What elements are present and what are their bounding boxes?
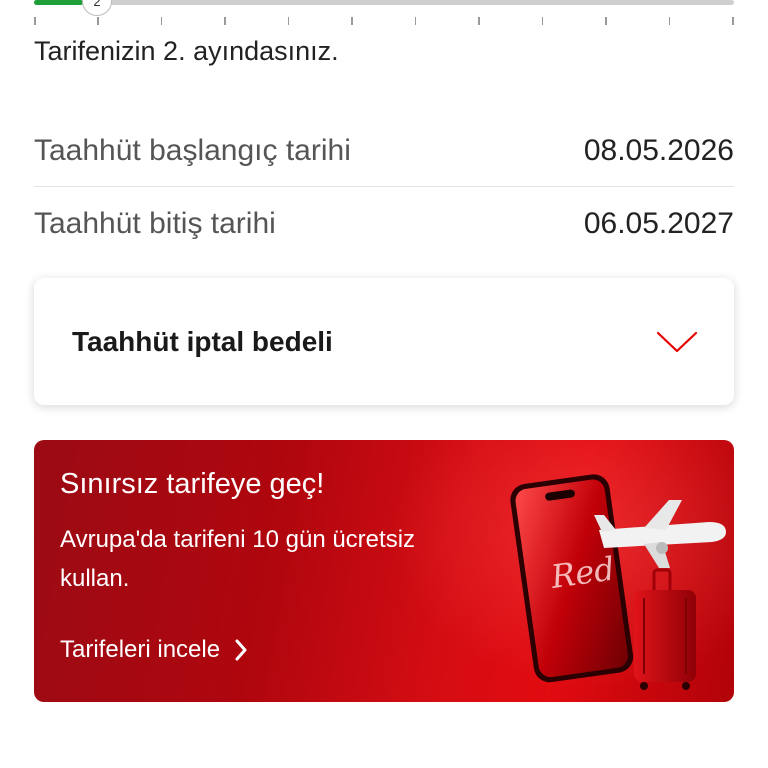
chevron-right-icon	[235, 639, 247, 661]
progress-tick	[732, 17, 734, 25]
phone-plane-suitcase-illustration: Red	[510, 474, 726, 690]
progress-tick	[97, 17, 99, 25]
progress-tick	[34, 17, 36, 25]
promo-banner[interactable]: Sınırsız tarifeye geç! Avrupa'da tarifen…	[34, 440, 734, 702]
promo-description: Avrupa'da tarifeni 10 gün ücretsiz kulla…	[60, 526, 416, 592]
progress-tick	[414, 17, 417, 25]
progress-tick	[224, 17, 226, 25]
commitment-start-row: Taahhüt başlangıç tarihi 08.05.2026	[34, 128, 734, 174]
promo-cta-label: Tarifeleri incele	[60, 636, 221, 663]
commitment-end-row: Taahhüt bitiş tarihi 06.05.2027	[34, 201, 734, 247]
progress-tick	[668, 17, 671, 25]
chevron-down-icon	[656, 331, 698, 352]
progress-tick	[478, 17, 480, 25]
promo-cta-link[interactable]: Tarifeleri incele	[60, 636, 248, 664]
progress-tick	[605, 17, 607, 25]
tariff-month-text: Tarifenizin 2. ayındasınız.	[34, 36, 339, 66]
phone-icon: Red	[510, 474, 634, 683]
suitcase-icon	[634, 568, 696, 690]
commitment-end-label: Taahhüt bitiş tarihi	[34, 207, 276, 240]
commitment-start-label: Taahhüt başlangıç tarihi	[34, 134, 351, 167]
progress-knob: 2	[82, 0, 112, 16]
cancellation-fee-accordion[interactable]: Taahhüt iptal bedeli	[34, 278, 734, 405]
promo-title: Sınırsız tarifeye geç!	[60, 468, 325, 500]
commitment-progress: 2	[34, 0, 734, 30]
progress-tick	[351, 17, 353, 25]
progress-tick	[160, 17, 163, 25]
commitment-end-value: 06.05.2027	[583, 207, 734, 240]
progress-fill	[34, 0, 83, 5]
progress-tick	[287, 17, 290, 25]
progress-tick	[541, 17, 544, 25]
cancellation-fee-title: Taahhüt iptal bedeli	[72, 325, 333, 357]
progress-track	[34, 0, 734, 5]
commitment-start-value: 08.05.2026	[583, 134, 734, 167]
divider	[34, 186, 734, 187]
